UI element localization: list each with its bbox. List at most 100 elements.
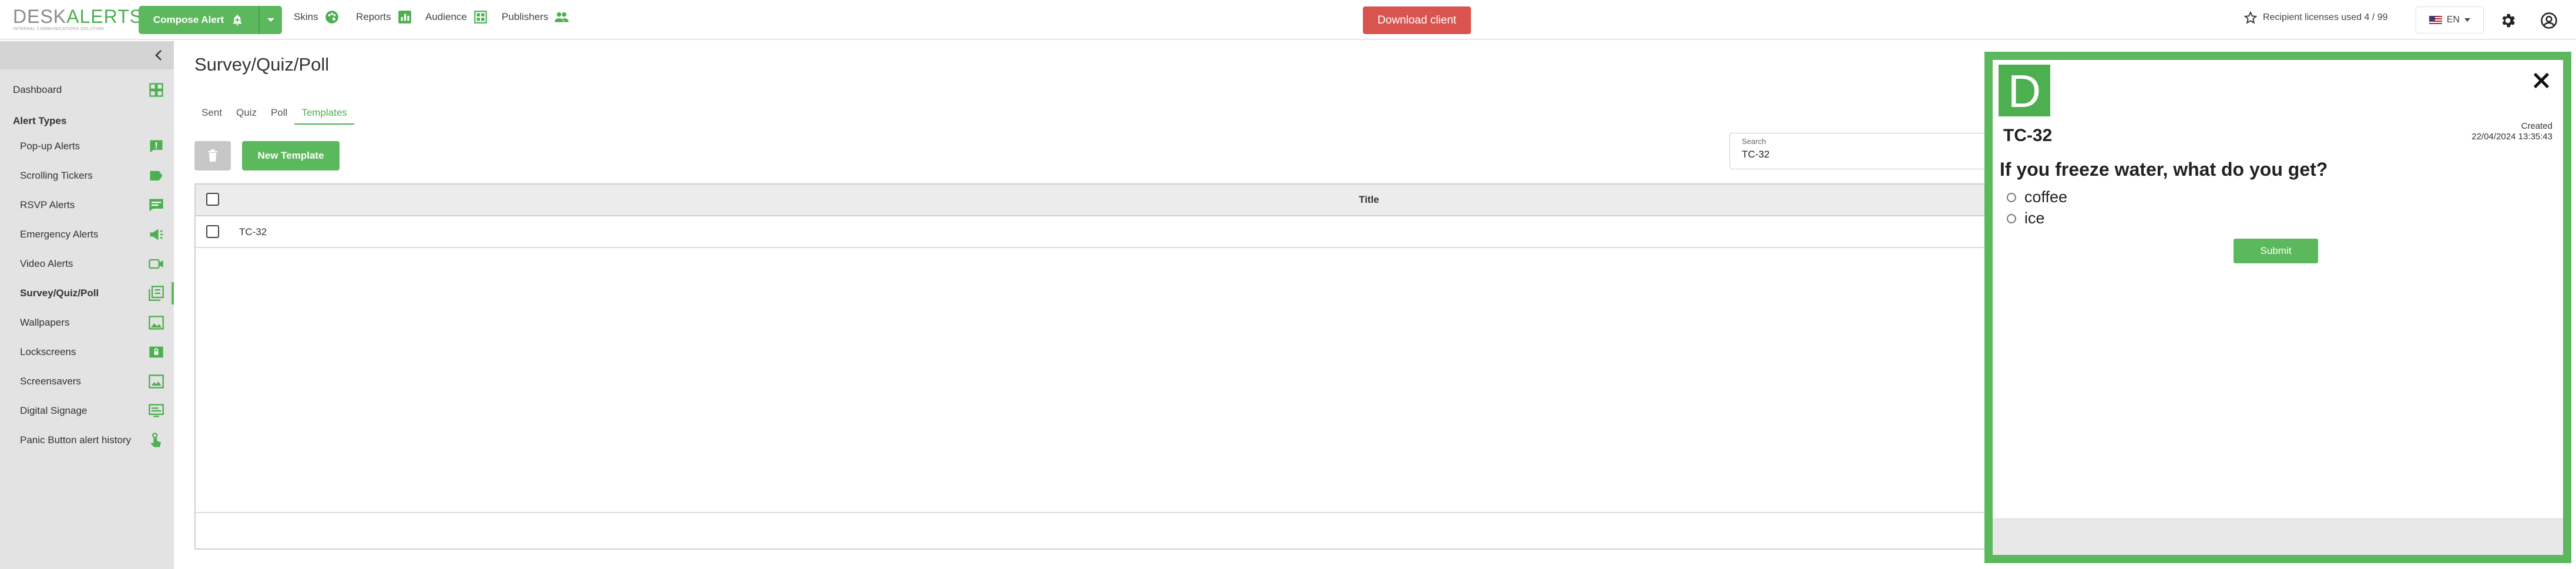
submit-button[interactable]: Submit	[2234, 239, 2318, 263]
ticker-icon	[150, 170, 163, 181]
user-account-icon[interactable]	[2540, 12, 2558, 29]
sidebar-item-scrolling-tickers[interactable]: Scrolling Tickers	[0, 161, 174, 190]
download-client-button[interactable]: Download client	[1363, 6, 1471, 34]
table-footer	[196, 512, 2202, 548]
sidebar-item-dashboard[interactable]: Dashboard	[0, 75, 174, 105]
created-label: Created	[2521, 121, 2553, 131]
compose-alert-main[interactable]: Compose Alert	[139, 6, 258, 34]
radio-button[interactable]	[2007, 192, 2016, 202]
table-header: Title	[196, 185, 2202, 216]
compose-alert-button[interactable]: Compose Alert	[139, 6, 282, 34]
us-flag-icon	[2429, 16, 2442, 24]
sidebar-item-screensavers[interactable]: Screensavers	[0, 367, 174, 396]
trash-icon	[208, 149, 217, 162]
select-all-checkbox[interactable]	[206, 193, 219, 206]
column-header-title[interactable]: Title	[1359, 194, 1379, 206]
chevron-down-icon	[267, 18, 274, 22]
settings-gear-icon[interactable]	[2499, 12, 2517, 29]
sidebar-item-label: Survey/Quiz/Poll	[20, 287, 99, 299]
deskalerts-d-logo: D	[1999, 65, 2050, 117]
recipient-licenses[interactable]: Recipient licenses used 4 / 99	[2244, 11, 2388, 24]
alert-preview-popup: D TC-32 Created 22/04/2024 13:35:43 If y…	[1984, 52, 2571, 563]
sidebar-item-rsvp-alerts[interactable]: RSVP Alerts	[0, 190, 174, 220]
table-row[interactable]: TC-32	[196, 217, 2202, 248]
chat-icon	[149, 199, 163, 212]
sidebar-item-label: Lockscreens	[20, 346, 76, 357]
deskalerts-logo[interactable]: DESKALERTS INTERNAL COMMUNICATIONS SOLUT…	[13, 6, 143, 33]
tab-sent[interactable]: Sent	[194, 105, 229, 125]
tab-templates[interactable]: Templates	[294, 105, 354, 125]
nav-audience[interactable]: Audience	[425, 9, 488, 25]
lockscreen-icon	[149, 346, 163, 358]
sidebar-item-video-alerts[interactable]: Video Alerts	[0, 249, 174, 279]
templates-table: Title TC-32	[194, 183, 2204, 550]
screensaver-icon	[149, 374, 164, 389]
nav-publishers[interactable]: Publishers	[502, 9, 569, 25]
video-icon	[149, 259, 163, 269]
popup-footer	[1993, 518, 2563, 555]
logo-tagline: INTERNAL COMMUNICATIONS SOLUTION	[13, 27, 104, 31]
sidebar-item-label: Scrolling Tickers	[20, 170, 93, 181]
compose-alert-dropdown[interactable]	[258, 6, 282, 34]
top-bar: DESKALERTS INTERNAL COMMUNICATIONS SOLUT…	[0, 0, 2576, 40]
created-date: 22/04/2024 13:35:43	[2471, 132, 2553, 142]
recipient-licenses-text: Recipient licenses used 4 / 99	[2263, 12, 2388, 22]
delete-button[interactable]	[194, 141, 231, 170]
search-field[interactable]: Search TC-32	[1729, 133, 1988, 169]
tab-bar: Sent Quiz Poll Templates	[194, 105, 354, 125]
sidebar-item-label: Pop-up Alerts	[20, 140, 80, 152]
chevron-down-icon	[2464, 18, 2471, 22]
image-icon	[149, 316, 164, 330]
row-checkbox[interactable]	[206, 225, 219, 238]
hand-pointer-icon	[150, 433, 162, 447]
language-label: EN	[2446, 15, 2460, 25]
nav-reports[interactable]: Reports	[356, 9, 412, 25]
tab-poll[interactable]: Poll	[264, 105, 294, 125]
answer-option[interactable]: coffee	[2007, 188, 2067, 206]
grid-icon	[149, 83, 163, 97]
sidebar-item-panic-button-history[interactable]: Panic Button alert history	[0, 426, 174, 455]
search-label: Search	[1742, 137, 1766, 146]
palette-icon	[325, 11, 338, 24]
sidebar: Dashboard Alert Types Pop-up Alerts Scro…	[0, 41, 174, 569]
nav-skins[interactable]: Skins	[294, 9, 340, 25]
sidebar-item-label: Screensavers	[20, 376, 81, 387]
close-icon[interactable]	[2531, 71, 2551, 91]
sidebar-item-wallpapers[interactable]: Wallpapers	[0, 308, 174, 337]
tab-quiz[interactable]: Quiz	[229, 105, 264, 125]
chevron-left-icon[interactable]	[155, 49, 162, 61]
answer-option-label: ice	[2024, 209, 2045, 227]
sidebar-item-survey-quiz-poll[interactable]: Survey/Quiz/Poll	[0, 279, 174, 308]
sidebar-item-lockscreens[interactable]: Lockscreens	[0, 337, 174, 367]
search-input[interactable]: TC-32	[1742, 149, 1769, 160]
survey-icon	[149, 286, 164, 301]
nav-skins-label: Skins	[294, 11, 318, 22]
logo-wordmark: DESKALERTS	[13, 6, 143, 27]
sidebar-item-digital-signage[interactable]: Digital Signage	[0, 396, 174, 426]
compose-alert-label: Compose Alert	[153, 14, 224, 25]
sidebar-collapse-bar[interactable]	[0, 41, 174, 69]
org-chart-icon	[474, 11, 487, 24]
megaphone-icon	[150, 229, 163, 240]
sidebar-item-label: Dashboard	[13, 84, 62, 95]
sidebar-item-popup-alerts[interactable]: Pop-up Alerts	[0, 132, 174, 161]
survey-question: If you freeze water, what do you get?	[2000, 159, 2328, 180]
people-icon	[555, 12, 569, 22]
radio-button[interactable]	[2007, 213, 2016, 223]
answer-option[interactable]: ice	[2007, 209, 2045, 227]
new-template-button[interactable]: New Template	[242, 141, 340, 170]
popup-title: TC-32	[2003, 126, 2053, 145]
row-title[interactable]: TC-32	[239, 226, 267, 238]
sidebar-item-emergency-alerts[interactable]: Emergency Alerts	[0, 220, 174, 249]
sidebar-item-label: Digital Signage	[20, 405, 88, 416]
nav-publishers-label: Publishers	[502, 11, 549, 22]
nav-audience-label: Audience	[425, 11, 467, 22]
star-icon	[2244, 11, 2257, 24]
sidebar-item-label: RSVP Alerts	[20, 199, 75, 210]
sidebar-item-label: Panic Button alert history	[20, 434, 131, 446]
signage-icon	[149, 404, 164, 417]
answer-option-label: coffee	[2024, 188, 2068, 206]
sidebar-item-label: Wallpapers	[20, 317, 70, 328]
language-selector[interactable]: EN	[2416, 6, 2484, 34]
page-title: Survey/Quiz/Poll	[194, 54, 330, 75]
